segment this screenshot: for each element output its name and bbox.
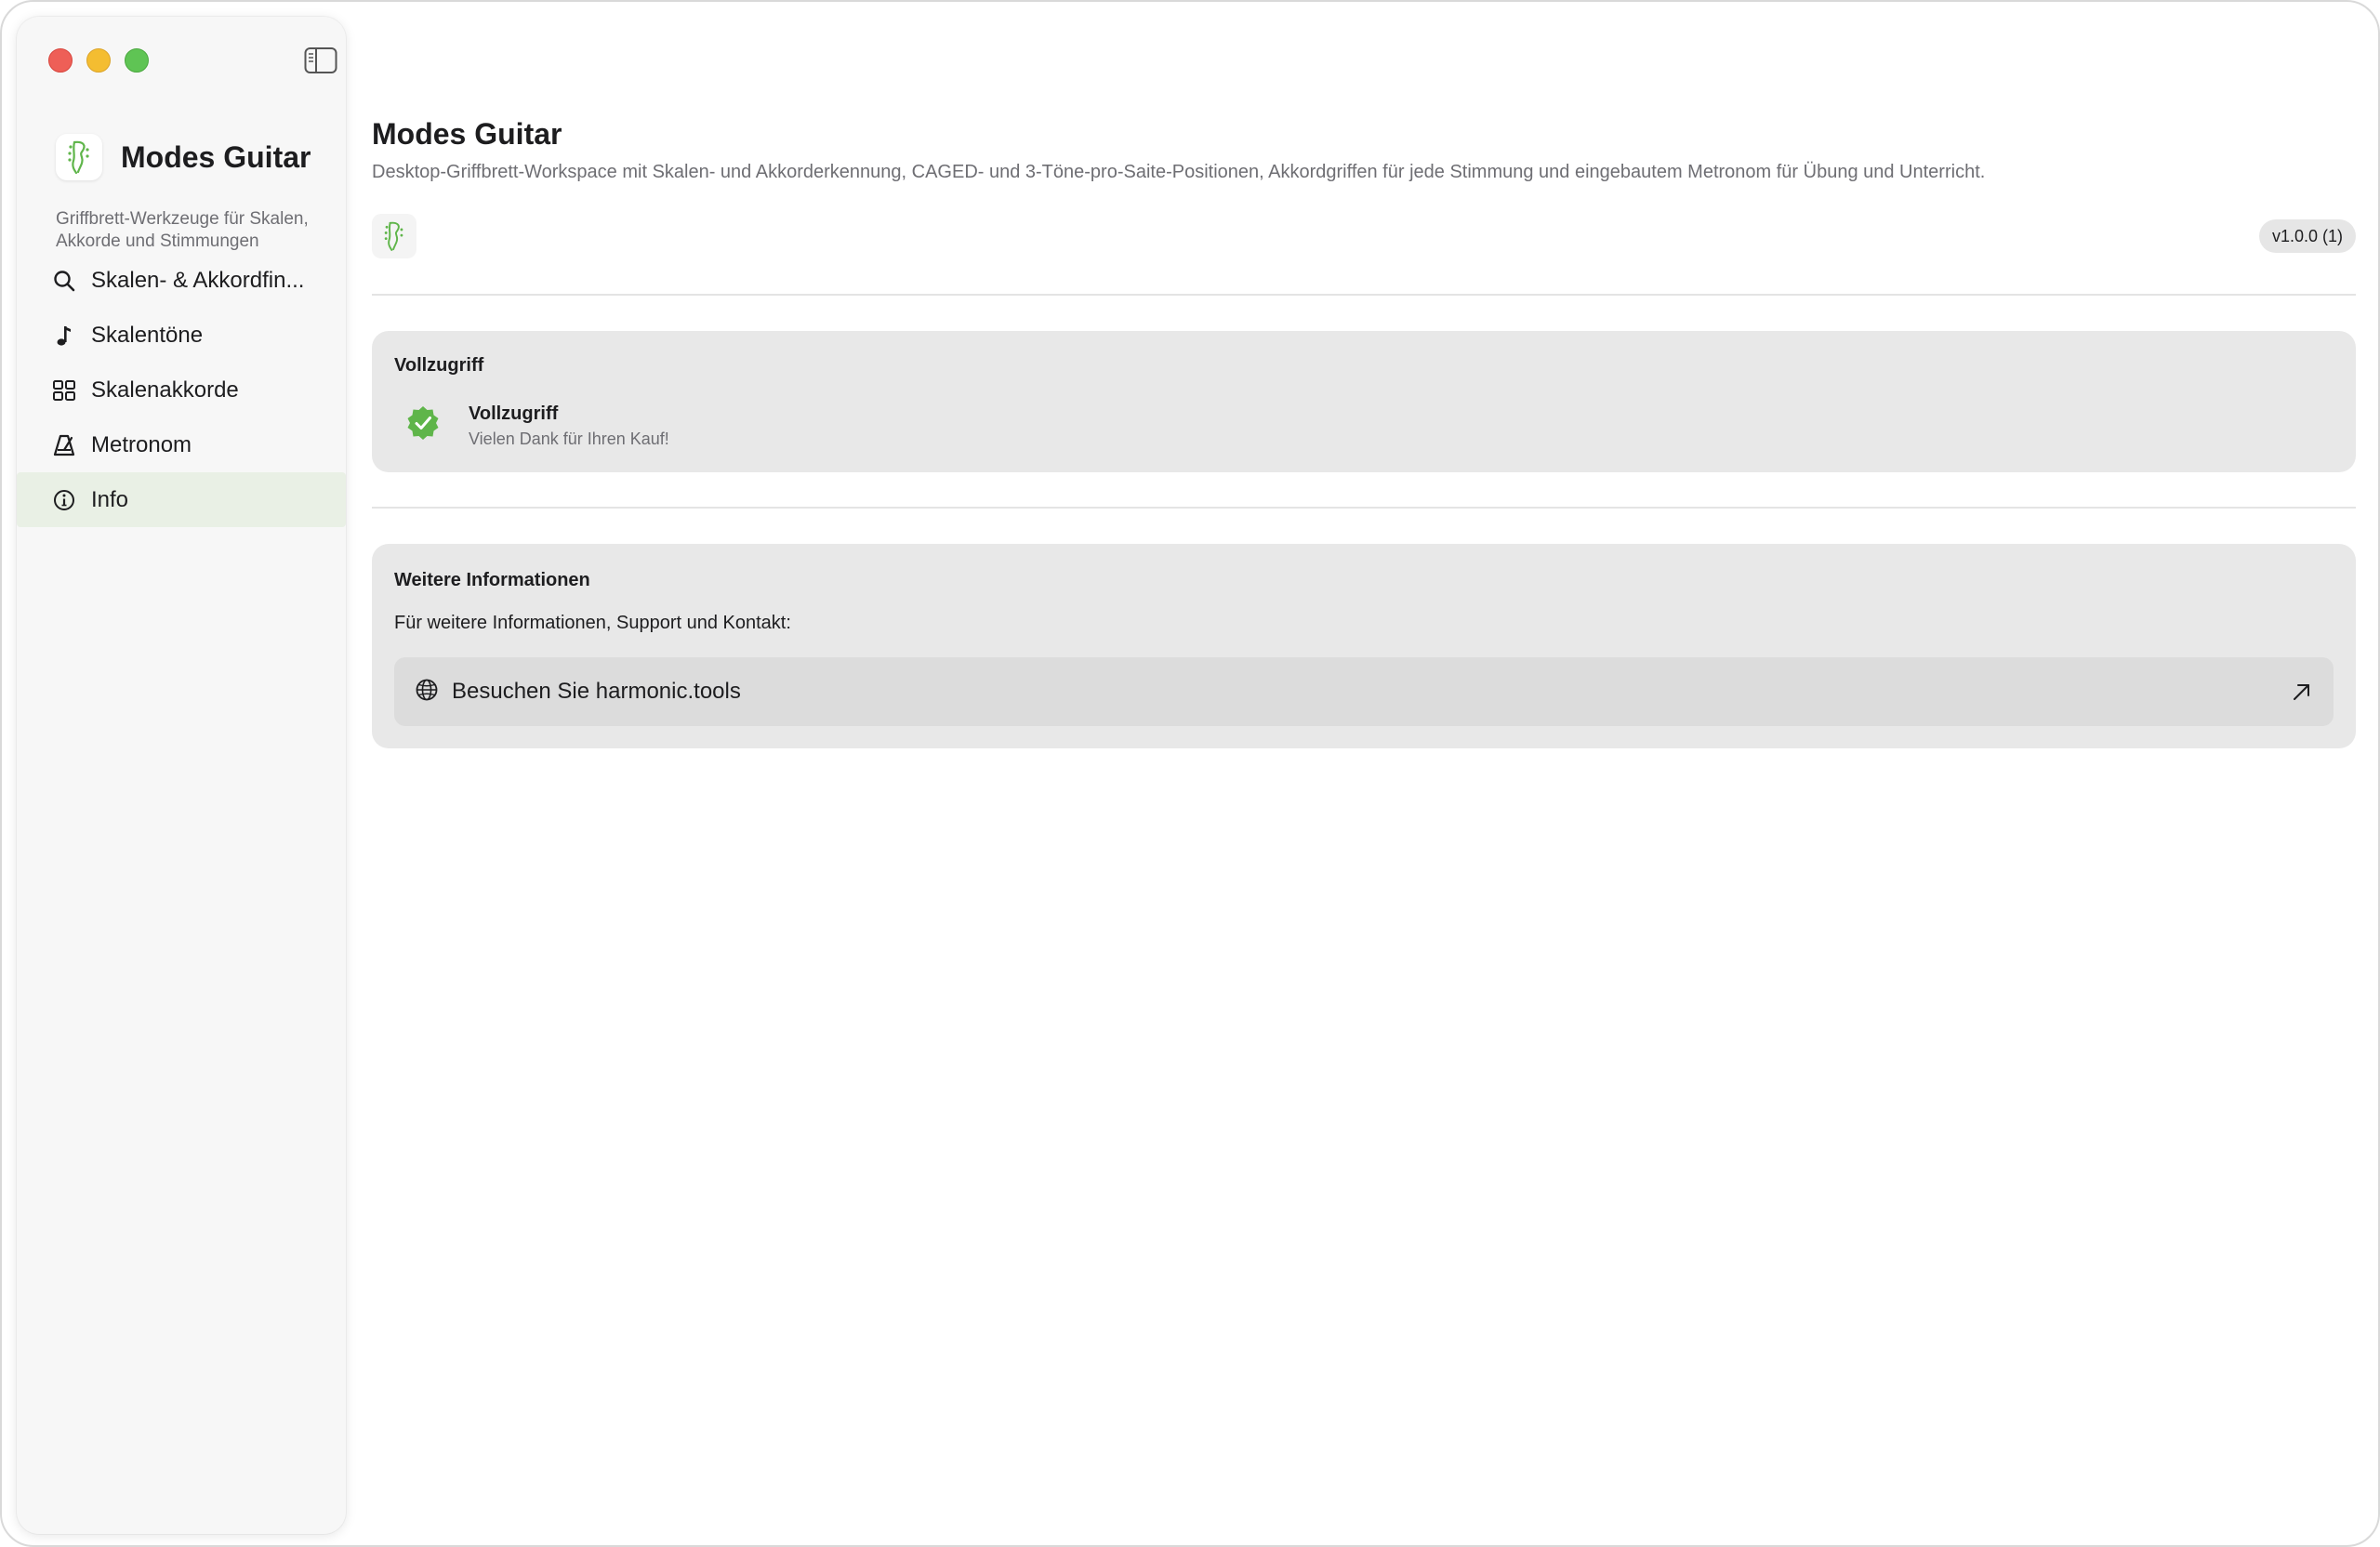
access-card: Vollzugriff Vollzugriff Vielen Dank für …	[372, 331, 2356, 472]
app-logo-icon	[56, 134, 102, 180]
close-window-button[interactable]	[48, 48, 73, 73]
sidebar-item-metronome[interactable]: Metronom	[17, 417, 346, 472]
website-link-button[interactable]: Besuchen Sie harmonic.tools	[394, 657, 2334, 726]
sidebar-item-label: Metronom	[91, 431, 192, 457]
main-content: Modes Guitar Desktop-Griffbrett-Workspac…	[372, 2, 2356, 1545]
sidebar-item-info[interactable]: Info	[17, 472, 346, 527]
sidebar-item-scale-chords[interactable]: Skalenakkorde	[17, 363, 346, 417]
version-badge: v1.0.0 (1)	[2258, 219, 2356, 253]
music-note-icon	[50, 322, 78, 350]
sidebar-item-scale-chord-finder[interactable]: Skalen- & Akkordfin...	[17, 253, 346, 308]
sidebar-item-scale-tones[interactable]: Skalentöne	[17, 308, 346, 363]
app-logo-icon	[372, 214, 416, 258]
info-card-text: Für weitere Informationen, Support und K…	[394, 613, 791, 633]
page-description: Desktop-Griffbrett-Workspace mit Skalen-…	[372, 162, 1986, 182]
minimize-window-button[interactable]	[86, 48, 111, 73]
sidebar-item-label: Skalentöne	[91, 322, 204, 348]
app-window: Modes Guitar Griffbrett-Werkzeuge für Sk…	[0, 0, 2380, 1547]
sidebar-brand: Modes Guitar	[56, 134, 311, 180]
divider	[372, 294, 2356, 296]
sidebar-toggle-icon[interactable]	[304, 46, 337, 74]
website-link-label: Besuchen Sie harmonic.tools	[452, 679, 741, 704]
divider	[372, 507, 2356, 509]
access-status-title: Vollzugriff	[469, 403, 559, 424]
info-card: Weitere Informationen Für weitere Inform…	[372, 544, 2356, 748]
info-card-title: Weitere Informationen	[394, 570, 590, 590]
sidebar-item-label: Info	[91, 486, 129, 512]
external-link-arrow-icon	[2289, 679, 2315, 705]
globe-icon	[415, 678, 439, 707]
search-icon	[50, 267, 78, 295]
sidebar-item-label: Skalen- & Akkordfin...	[91, 267, 305, 293]
sidebar-item-label: Skalenakkorde	[91, 377, 239, 403]
app-name: Modes Guitar	[121, 139, 311, 174]
grid-icon	[50, 377, 78, 404]
access-status: Vollzugriff Vielen Dank für Ihren Kauf!	[405, 402, 669, 449]
zoom-window-button[interactable]	[125, 48, 149, 73]
sidebar-nav: Skalen- & Akkordfin... Skalentöne Skalen…	[17, 253, 346, 527]
verified-badge-icon	[405, 405, 441, 441]
access-status-subtitle: Vielen Dank für Ihren Kauf!	[469, 430, 669, 448]
sidebar: Modes Guitar Griffbrett-Werkzeuge für Sk…	[17, 17, 346, 1534]
metronome-icon	[50, 431, 78, 459]
app-subtitle: Griffbrett-Werkzeuge für Skalen, Akkorde…	[56, 209, 309, 251]
access-card-title: Vollzugriff	[394, 355, 484, 376]
info-icon	[50, 486, 78, 514]
page-title: Modes Guitar	[372, 117, 562, 151]
